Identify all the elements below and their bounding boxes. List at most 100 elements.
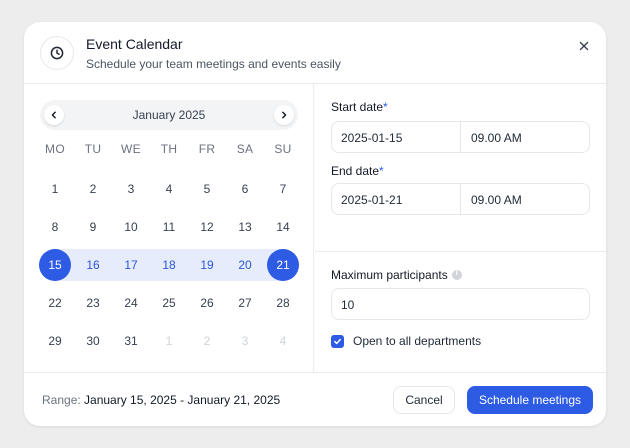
- calendar-day[interactable]: 1: [150, 322, 188, 360]
- calendar-day-number: 11: [162, 220, 176, 234]
- calendar-day[interactable]: 31: [112, 322, 150, 360]
- modal-header: Event Calendar Schedule your team meetin…: [24, 22, 606, 84]
- calendar-day[interactable]: 19: [188, 246, 226, 284]
- calendar-day[interactable]: 17: [112, 246, 150, 284]
- calendar-day[interactable]: 1: [36, 170, 74, 208]
- calendar-day-number: 2: [89, 182, 97, 196]
- weekday-label: WE: [121, 142, 141, 156]
- calendar-day-number: 6: [241, 182, 249, 196]
- calendar-day[interactable]: 30: [74, 322, 112, 360]
- calendar-day[interactable]: 6: [226, 170, 264, 208]
- end-time-input[interactable]: 09.00 AM: [461, 184, 589, 214]
- calendar-day-number: 2: [203, 334, 211, 348]
- modal-subtitle: Schedule your team meetings and events e…: [86, 57, 341, 71]
- calendar-day-number: 21: [276, 258, 290, 272]
- calendar-day[interactable]: 16: [74, 246, 112, 284]
- calendar-day-number: 19: [200, 258, 214, 272]
- calendar-day[interactable]: 15: [36, 246, 74, 284]
- calendar-day[interactable]: 5: [188, 170, 226, 208]
- participants-input[interactable]: 10: [331, 288, 590, 320]
- calendar-day[interactable]: 4: [264, 322, 302, 360]
- calendar-day[interactable]: 10: [112, 208, 150, 246]
- calendar-day-number: 1: [51, 182, 59, 196]
- calendar-day-number: 5: [203, 182, 211, 196]
- event-calendar-modal: Event Calendar Schedule your team meetin…: [24, 22, 606, 426]
- calendar-day[interactable]: 3: [226, 322, 264, 360]
- calendar-day[interactable]: 27: [226, 284, 264, 322]
- calendar-day-number: 24: [124, 296, 138, 310]
- weekday-label: FR: [198, 142, 216, 156]
- calendar-day[interactable]: 12: [188, 208, 226, 246]
- calendar-day-number: 28: [276, 296, 290, 310]
- calendar-month-header: January 2025: [40, 100, 298, 130]
- calendar-day-number: 29: [48, 334, 62, 348]
- calendar-day[interactable]: 9: [74, 208, 112, 246]
- event-form: Start date* 2025-01-15 09.00 AM End date…: [315, 84, 606, 372]
- end-date-label: End date*: [331, 164, 384, 178]
- calendar-day[interactable]: 13: [226, 208, 264, 246]
- weekday-header: MO TU WE TH FR SA SU: [36, 142, 302, 156]
- calendar-day-number: 4: [279, 334, 287, 348]
- calendar-day-number: 30: [86, 334, 100, 348]
- calendar-day[interactable]: 7: [264, 170, 302, 208]
- modal-footer: Range: January 15, 2025 - January 21, 20…: [24, 372, 606, 426]
- chevron-right-icon[interactable]: [274, 105, 294, 125]
- calendar-day-number: 25: [162, 296, 176, 310]
- calendar-day[interactable]: 26: [188, 284, 226, 322]
- schedule-meetings-button[interactable]: Schedule meetings: [467, 386, 593, 414]
- calendar-day-number: 3: [241, 334, 249, 348]
- calendar-day-number: 4: [165, 182, 173, 196]
- calendar-panel: January 2025 MO TU WE TH FR SA SU 1 2 3 4 5 6 7 8 9 10 1…: [24, 84, 314, 372]
- calendar-day[interactable]: 11: [150, 208, 188, 246]
- calendar-day[interactable]: 21: [264, 246, 302, 284]
- calendar-day-number: 20: [238, 258, 252, 272]
- calendar-day-number: 3: [127, 182, 135, 196]
- start-time-input[interactable]: 09.00 AM: [461, 122, 589, 152]
- calendar-day-number: 9: [89, 220, 97, 234]
- info-icon[interactable]: [451, 268, 462, 280]
- range-summary: Range: January 15, 2025 - January 21, 20…: [42, 393, 281, 407]
- start-date-label: Start date*: [331, 100, 388, 114]
- calendar-day-number: 27: [238, 296, 252, 310]
- calendar-day-number: 16: [86, 258, 100, 272]
- calendar-day-number: 18: [162, 258, 176, 272]
- calendar-day[interactable]: 18: [150, 246, 188, 284]
- calendar-day[interactable]: 4: [150, 170, 188, 208]
- calendar-day-number: 8: [51, 220, 59, 234]
- weekday-label: TU: [84, 142, 102, 156]
- calendar-day[interactable]: 2: [188, 322, 226, 360]
- weekday-label: SA: [236, 142, 254, 156]
- calendar-day-number: 14: [276, 220, 290, 234]
- calendar-day[interactable]: 23: [74, 284, 112, 322]
- end-date-input[interactable]: 2025-01-21: [332, 184, 461, 214]
- checkbox-checked-icon[interactable]: [331, 334, 344, 348]
- calendar-day[interactable]: 22: [36, 284, 74, 322]
- calendar-day[interactable]: 8: [36, 208, 74, 246]
- start-date-input[interactable]: 2025-01-15: [332, 122, 461, 152]
- calendar-day[interactable]: 2: [74, 170, 112, 208]
- calendar-day[interactable]: 25: [150, 284, 188, 322]
- open-departments-label: Open to all departments: [353, 334, 482, 348]
- weekday-label: TH: [160, 142, 178, 156]
- cancel-button[interactable]: Cancel: [393, 386, 455, 414]
- calendar-day-number: 26: [200, 296, 214, 310]
- start-datetime-field: 2025-01-15 09.00 AM: [331, 121, 590, 153]
- calendar-day-number: 13: [238, 220, 252, 234]
- weekday-label: MO: [45, 142, 65, 156]
- close-icon[interactable]: [574, 36, 594, 56]
- modal-title: Event Calendar: [86, 36, 183, 52]
- calendar-day[interactable]: 20: [226, 246, 264, 284]
- calendar-day[interactable]: 14: [264, 208, 302, 246]
- clock-icon: [40, 36, 74, 70]
- calendar-day-number: 17: [124, 258, 138, 272]
- calendar-day[interactable]: 29: [36, 322, 74, 360]
- calendar-day[interactable]: 3: [112, 170, 150, 208]
- calendar-day[interactable]: 24: [112, 284, 150, 322]
- calendar-day[interactable]: 28: [264, 284, 302, 322]
- calendar-day-number: 15: [48, 258, 62, 272]
- calendar-day-number: 22: [48, 296, 62, 310]
- end-datetime-field: 2025-01-21 09.00 AM: [331, 183, 590, 215]
- day-grid: 1 2 3 4 5 6 7 8 9 10 11 12 13 14 15 16 17 18 19 20 21 22 23 24 2…: [36, 170, 302, 360]
- open-departments-toggle[interactable]: Open to all departments: [331, 334, 481, 348]
- calendar-day-number: 12: [200, 220, 214, 234]
